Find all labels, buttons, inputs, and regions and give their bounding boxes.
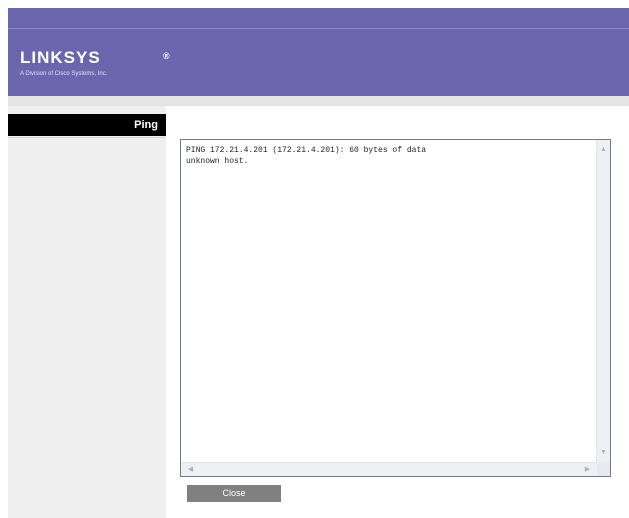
linksys-logo: LINKSYS ® [20, 48, 170, 67]
header-banner: LINKSYS ® A Division of Cisco Systems, I… [8, 29, 629, 96]
scrollbar-corner [597, 462, 610, 476]
scroll-right-icon[interactable]: ▶ [581, 463, 594, 476]
horizontal-scrollbar[interactable]: ◀ ▶ [181, 462, 597, 476]
ping-output-text: PING 172.21.4.201 (172.21.4.201): 60 byt… [186, 146, 427, 166]
scroll-down-icon[interactable]: ▼ [597, 446, 610, 459]
scroll-left-icon[interactable]: ◀ [184, 463, 197, 476]
close-button[interactable]: Close [187, 485, 281, 502]
logo-subtitle: A Division of Cisco Systems, Inc. [20, 71, 108, 77]
scroll-up-icon[interactable]: ▲ [597, 143, 610, 156]
sidebar [8, 106, 166, 518]
ping-output-textarea[interactable]: PING 172.21.4.201 (172.21.4.201): 60 byt… [180, 139, 611, 477]
sidebar-divider [8, 137, 166, 138]
sidebar-title: Ping [8, 114, 166, 136]
registered-mark: ® [163, 51, 171, 61]
vertical-scrollbar[interactable]: ▲ ▼ [596, 140, 610, 462]
logo-text: LINKSYS [20, 48, 101, 67]
header-subbar [8, 96, 629, 106]
top-strip [8, 8, 629, 28]
